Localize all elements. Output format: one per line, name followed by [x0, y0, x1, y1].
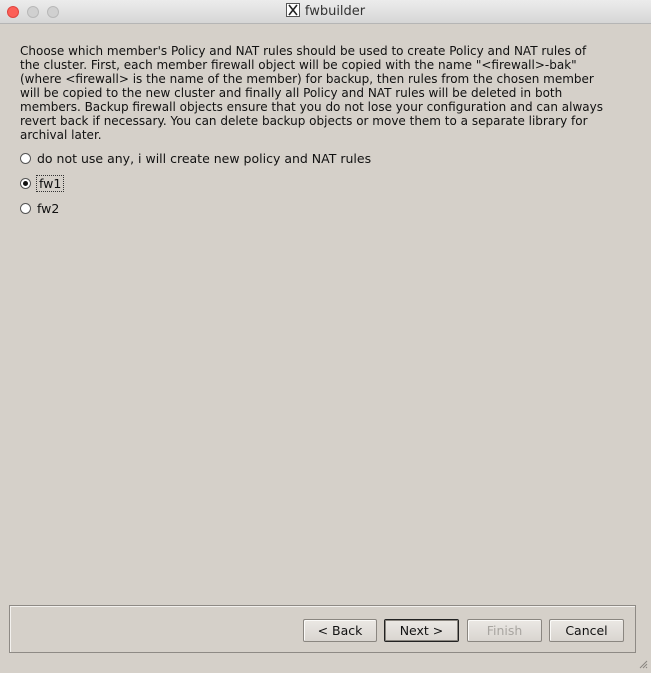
next-button[interactable]: Next >	[384, 619, 459, 642]
option-none[interactable]: do not use any, i will create new policy…	[20, 149, 371, 167]
option-fw2-label: fw2	[37, 200, 60, 216]
back-button[interactable]: < Back	[303, 619, 377, 642]
finish-button-label: Finish	[486, 623, 523, 638]
next-button-label: Next >	[399, 623, 444, 638]
back-button-label: < Back	[317, 623, 363, 638]
finish-button[interactable]: Finish	[467, 619, 542, 642]
resize-grip-icon[interactable]	[638, 654, 648, 669]
x11-icon	[285, 3, 300, 17]
title-bar[interactable]: fwbuilder	[0, 0, 651, 24]
instruction-text: Choose which member's Policy and NAT rul…	[20, 44, 603, 142]
window-title-area: fwbuilder	[0, 3, 651, 21]
option-fw1-label: fw1	[35, 174, 65, 192]
radio-fw1[interactable]	[20, 177, 31, 189]
option-fw2[interactable]: fw2	[20, 199, 59, 217]
cancel-button[interactable]: Cancel	[549, 619, 624, 642]
option-none-label: do not use any, i will create new policy…	[37, 150, 372, 166]
option-fw1[interactable]: fw1	[20, 174, 65, 192]
cancel-button-label: Cancel	[565, 623, 608, 638]
window-title: fwbuilder	[304, 4, 366, 19]
radio-fw2[interactable]	[20, 202, 31, 214]
radio-none[interactable]	[20, 152, 31, 164]
